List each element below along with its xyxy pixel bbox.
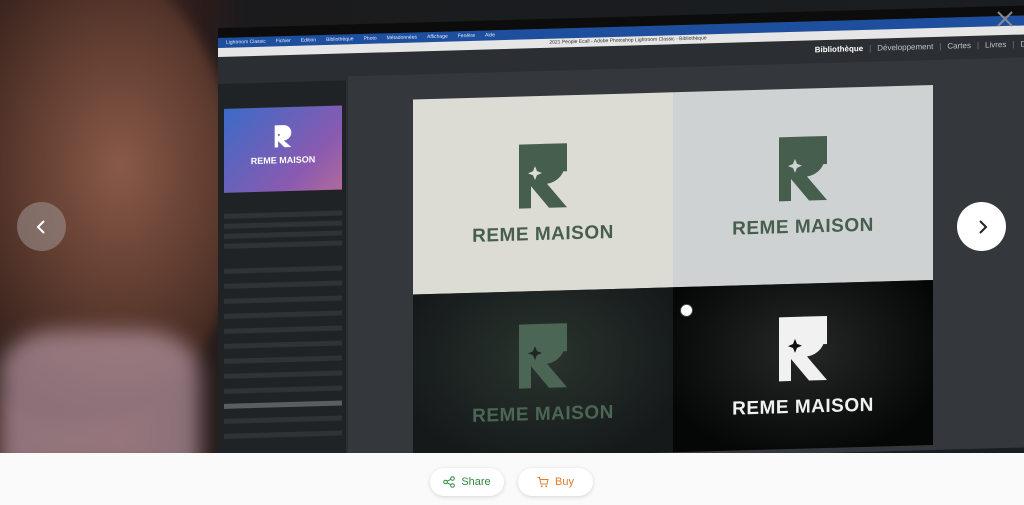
tile-wordmark: REME MAISON [472, 221, 614, 247]
menu-item: Edition [300, 37, 317, 44]
menu-item: Lightroom Classic [226, 38, 266, 46]
share-icon [443, 476, 456, 488]
tile-wordmark: REME MAISON [732, 394, 874, 420]
logo-tile: REME MAISON [673, 85, 933, 288]
module-slideshow: Di [1020, 39, 1024, 49]
module-map: Cartes [947, 40, 971, 51]
cart-icon [537, 477, 549, 488]
reme-maison-logo-icon [519, 322, 567, 389]
share-button[interactable]: Share [430, 468, 504, 496]
tile-wordmark: REME MAISON [732, 214, 874, 240]
person-shoulder [0, 330, 200, 453]
module-picker: Bibliothèque | Développement | Cartes | … [815, 39, 1024, 54]
loupe-view: REME MAISON REME MAISON REME MAISON REME… [348, 57, 1024, 453]
next-button[interactable] [957, 202, 1006, 251]
logo-tile: REME MAISON [413, 287, 673, 453]
reme-maison-logo-icon [779, 315, 827, 381]
logo-tile: REME MAISON [673, 280, 933, 453]
navigator-brand: REME MAISON [250, 154, 316, 167]
module-develop: Développement [877, 42, 934, 53]
logo-grid: REME MAISON REME MAISON REME MAISON REME… [413, 85, 933, 453]
menu-item: Fenêtre [457, 32, 475, 40]
menu-item: Fichier [275, 37, 291, 45]
menu-item: Affichage [426, 33, 448, 41]
navigator-thumbnail: REME MAISON [224, 105, 342, 193]
menu-item: Bibliothèque [326, 36, 354, 43]
menu-item: Photo [363, 35, 377, 42]
cursor-dot [680, 303, 693, 318]
close-icon[interactable] [996, 10, 1014, 28]
reme-maison-logo-icon [519, 142, 567, 209]
previous-button[interactable] [17, 202, 66, 251]
left-panel: REME MAISON [218, 80, 346, 453]
buy-label: Buy [555, 476, 574, 488]
menu-item: Aide [484, 32, 495, 39]
menu-item: Métadonnées [386, 34, 417, 42]
module-library: Bibliothèque [814, 43, 864, 55]
reme-maison-logo-icon [274, 125, 292, 148]
reme-maison-logo-icon [779, 135, 827, 201]
logo-tile: REME MAISON [413, 92, 673, 295]
action-bar: Share Buy [0, 453, 1024, 505]
chevron-left-icon [36, 219, 45, 234]
photo-viewer: Lightroom Classic Fichier Edition Biblio… [0, 0, 1024, 453]
buy-button[interactable]: Buy [518, 468, 593, 496]
module-book: Livres [985, 39, 1007, 50]
chevron-right-icon [978, 219, 987, 234]
tile-wordmark: REME MAISON [472, 401, 614, 427]
share-label: Share [461, 476, 491, 488]
monitor-screen: Lightroom Classic Fichier Edition Biblio… [218, 5, 1024, 453]
